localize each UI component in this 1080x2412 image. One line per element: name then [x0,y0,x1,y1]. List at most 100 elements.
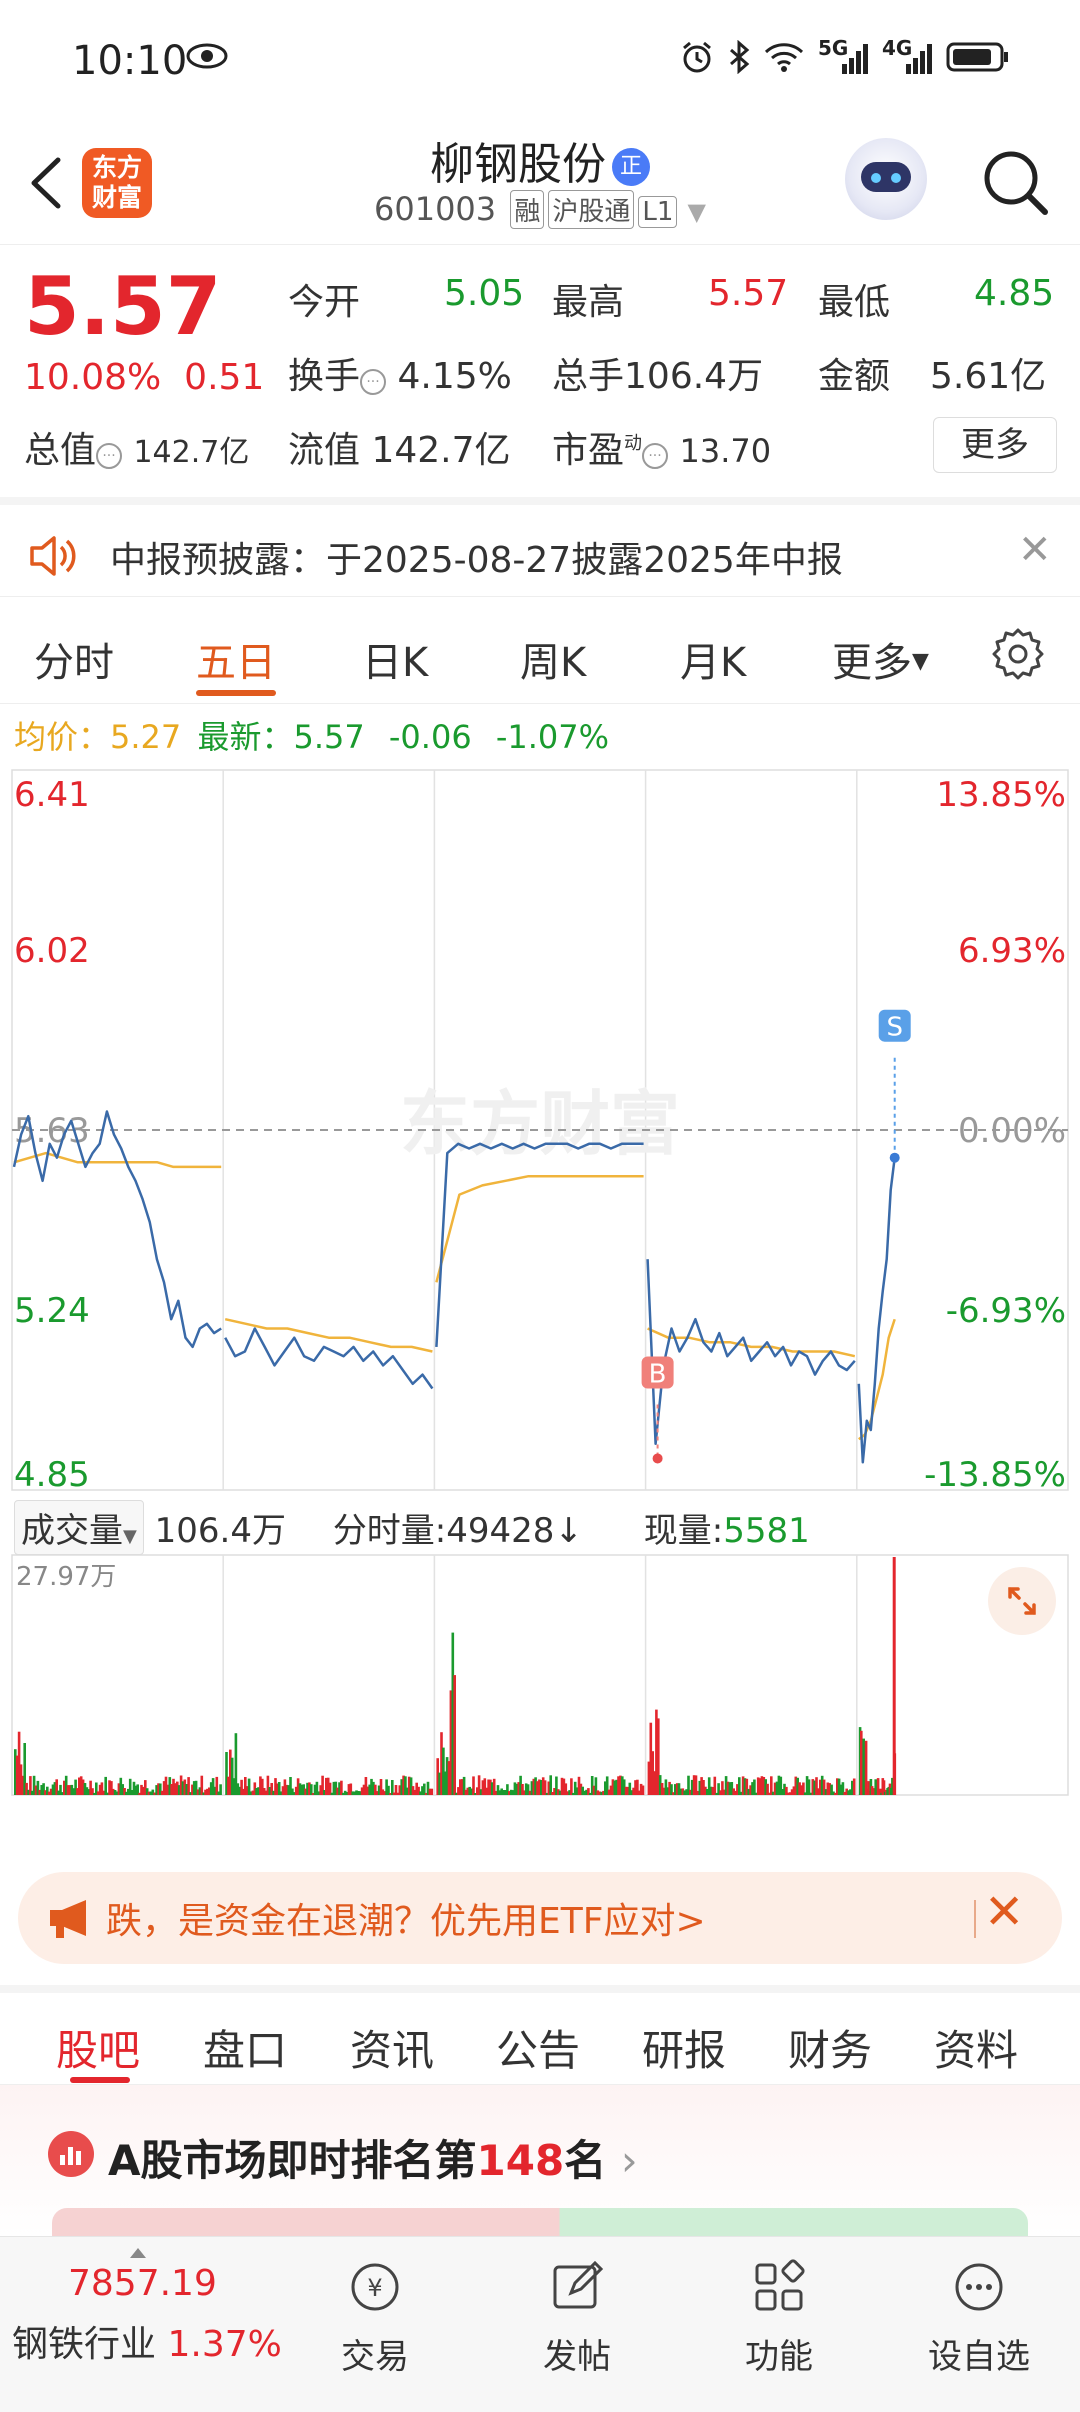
volume-bar [453,1675,456,1795]
down-arrow-icon: ↓ [554,1511,583,1551]
y-tick-right: -6.93% [946,1291,1066,1331]
five-day-chart[interactable]: 东方财富6.41 13.85%6.02 6.93%5.63 0.00%5.24 -6.9… [0,760,1080,1800]
y-tick-left: 4.85 [14,1455,90,1495]
stock-name: 柳钢股份 [430,139,606,190]
volume-header: 成交量▼ 106.4万 分时量:49428↓ 现量:5581 [14,1500,810,1555]
y-tick-left: 5.24 [14,1291,90,1331]
dropdown-caret-icon: ▼ [687,198,707,226]
volume-selector[interactable]: 成交量▼ [14,1500,144,1555]
expand-chart-button[interactable] [988,1567,1056,1635]
settings-button[interactable] [990,626,1046,682]
tick-volume-label: 分时量: [332,1511,447,1551]
tab-orderbook[interactable]: 盘口 [203,2017,287,2078]
info-icon: ··· [642,443,669,469]
tab-announcements[interactable]: 公告 [496,2017,580,2078]
info-icon: ··· [96,443,123,469]
avg-label: 均价： [14,718,111,756]
trade-icon: ¥ [351,2263,399,2311]
status-time: 10:10 [72,38,188,84]
caret-up-icon [130,2243,146,2262]
tab-intraday[interactable]: 分时 [34,630,114,688]
tab-weekly-k[interactable]: 周K [520,630,586,688]
nav-functions[interactable]: 功能 [714,2257,844,2378]
wifi-icon [764,41,804,81]
megaphone-icon [46,1896,96,1940]
tab-forum[interactable]: 股吧 [56,2017,140,2078]
float-value: 142.7亿 [371,430,511,471]
etf-ad-banner[interactable]: 跌，是资金在退潮？优先用ETF应对> ✕ [18,1872,1062,1964]
tab-monthly-k[interactable]: 月K [680,630,746,688]
volume: 总手106.4万 [552,347,763,399]
status-icons: 5G 4G [680,36,1010,82]
status-bar: 10:10 5G 4G [0,0,1080,120]
y-tick-left: 6.41 [14,775,90,815]
more-button[interactable]: 更多 [933,417,1057,473]
y-tick-right: 13.85% [936,775,1066,815]
avg-price-line [224,1317,433,1353]
robot-face [861,162,911,192]
volume-bar [713,1776,717,1795]
sell-marker-dot [889,1152,900,1163]
high-label: 最高 [552,282,625,323]
volume-bar [807,1779,811,1795]
avg-price-line: 均价：5.27 最新：5.57 -0.06 -1.07% [14,712,609,758]
more-dots-icon [955,2263,1003,2311]
eye-icon [186,42,228,74]
volume-total: 106.4万 [154,1511,286,1551]
latest-label: 最新： [197,718,294,756]
tab-news[interactable]: 资讯 [350,2017,434,2078]
nav-trade-label: 交易 [341,2337,409,2377]
now-volume-label: 现量: [643,1511,724,1551]
nav-watchlist[interactable]: 设自选 [914,2257,1044,2378]
volume-bar [430,1788,434,1795]
nav-trade[interactable]: ¥ 交易 [310,2257,440,2378]
volume-value: 106.4万 [624,356,764,397]
volume-bar [753,1779,756,1795]
signal-5g-icon: 5G [818,36,868,81]
buy-marker-label: B [649,1359,667,1389]
mktcap-label: 总值 [24,430,97,471]
assistant-avatar[interactable] [845,138,927,220]
volume-selector-label: 成交量 [21,1511,123,1551]
gear-icon [992,628,1044,680]
app-root: 10:10 5G 4G 东方 财富 柳钢股份 正 601003 融 沪股通 L1… [0,0,1080,2412]
tab-research[interactable]: 研报 [642,2017,726,2078]
close-ad-button[interactable]: ✕ [984,1884,1024,1940]
now-volume-value: 5581 [723,1511,810,1551]
nav-post-label: 发帖 [543,2337,611,2377]
tab-more[interactable]: 更多▼ [832,630,929,688]
latest-value: 5.57 [293,718,365,756]
rank-suffix: 名 [564,2136,607,2185]
tab-financials[interactable]: 财务 [788,2017,872,2078]
tab-profile[interactable]: 资料 [934,2017,1018,2078]
search-button[interactable] [975,142,1055,222]
volume-plot-frame [11,1554,1069,1796]
close-icon: ✕ [984,1884,1025,1940]
y-tick-right: 6.93% [958,931,1066,971]
close-notice-button[interactable]: ✕ [1018,527,1052,573]
avg-value: 5.27 [110,718,182,756]
nav-post[interactable]: 发帖 [512,2257,642,2378]
chart-watermark: 东方财富 [400,1083,680,1165]
tag-margin: 融 [510,190,545,229]
volume-label: 总手 [552,356,625,397]
quote-panel: 5.57 10.08% 0.51 总值 ··· 142.7亿 今开 5.05 最高… [0,245,1080,495]
close-icon: ✕ [1018,527,1052,573]
expand-icon [1008,1587,1036,1615]
pe-value: 13.70 [679,432,772,470]
market-cap[interactable]: 总值 ··· 142.7亿 [24,421,249,473]
notice-bar[interactable]: 中报预披露：于2025-08-27披露2025年中报 ✕ [0,497,1080,597]
avg-price-line [435,1174,644,1283]
tab-five-day[interactable]: 五日 [196,630,276,688]
last-price: 5.57 [24,260,222,353]
robot-eye-right [891,173,901,183]
tab-daily-k[interactable]: 日K [362,630,428,688]
price-line [857,1157,896,1464]
svg-text:¥: ¥ [367,2274,382,2302]
nav-watchlist-label: 设自选 [928,2337,1030,2377]
sentiment-bar [52,2208,1028,2238]
high-value: 5.57 [708,273,789,314]
ad-text: 跌，是资金在退潮？优先用ETF应对> [106,1901,706,1942]
bottom-nav: 7857.19 钢铁行业 1.37% ¥ 交易 发帖 功能 设自选 [0,2236,1080,2412]
caret-down-icon: ▼ [123,1526,137,1547]
